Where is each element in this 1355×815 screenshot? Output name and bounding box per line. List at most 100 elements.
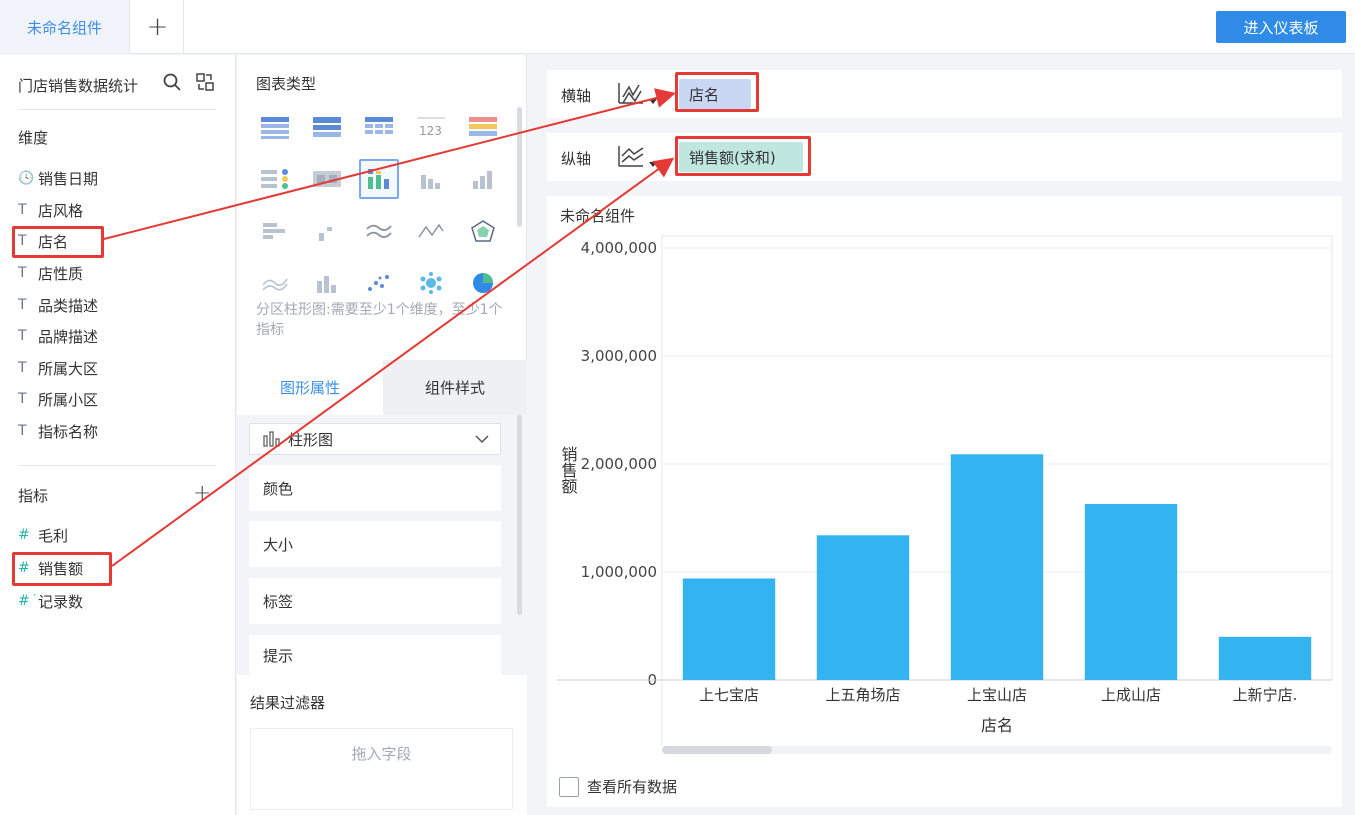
y-tick-label: 2,000,000 xyxy=(581,455,657,473)
config-panel: 图表类型 123 分区柱形图:需要至少1个维度，至少1个指标 图形属性 组件样式 xyxy=(237,55,527,815)
graph-properties-area: 柱形图 颜色 大小 标签 提示 xyxy=(237,415,527,675)
bar xyxy=(682,578,776,680)
tab-graph-properties[interactable]: 图形属性 xyxy=(237,360,383,415)
bar-chart[interactable]: 01,000,0002,000,0003,000,0004,000,000上七宝… xyxy=(547,196,1342,766)
dimension-field-label: 品类描述 xyxy=(38,296,99,315)
show-all-data-option[interactable]: 查看所有数据 xyxy=(559,776,677,797)
text-type-icon: T xyxy=(18,360,27,376)
search-icon[interactable] xyxy=(162,72,182,92)
text-type-icon: T xyxy=(18,297,27,313)
dimension-field[interactable]: T 店风格 xyxy=(18,197,83,223)
bar-chart-icon[interactable] xyxy=(255,211,295,251)
combo-chart-icon[interactable] xyxy=(307,263,347,303)
size-property[interactable]: 大小 xyxy=(249,521,501,567)
chart-style-select[interactable]: 柱形图 xyxy=(249,423,501,455)
dimension-field[interactable]: T 品牌描述 xyxy=(18,323,98,349)
detail-table-icon[interactable] xyxy=(359,107,399,147)
y-axis-label: 纵轴 xyxy=(561,150,592,168)
enter-dashboard-button[interactable]: 进入仪表板 xyxy=(1216,11,1346,43)
y-axis-type-icon[interactable] xyxy=(617,144,659,170)
stacked-column-icon[interactable] xyxy=(463,159,503,199)
bar xyxy=(1218,636,1312,680)
x-axis-title: 店名 xyxy=(981,716,1013,735)
area-chart-icon[interactable] xyxy=(359,211,399,251)
dataset-title: 门店销售数据统计 xyxy=(18,77,139,95)
bubble-chart-icon[interactable] xyxy=(411,263,451,303)
bar xyxy=(816,535,910,680)
table-chart-icon[interactable] xyxy=(255,107,295,147)
color-property[interactable]: 颜色 xyxy=(249,465,501,511)
highlight-box xyxy=(675,72,759,112)
line-chart-icon[interactable] xyxy=(411,211,451,251)
y-axis-row: 纵轴 销售额(求和) xyxy=(547,133,1342,181)
bar xyxy=(950,454,1044,680)
number-type-icon: # xyxy=(18,527,30,543)
dimension-field-label: 所属小区 xyxy=(38,390,99,409)
chart-style-value: 柱形图 xyxy=(288,430,334,449)
add-measure-button[interactable]: + xyxy=(193,481,211,506)
grouped-column-chart-icon[interactable] xyxy=(359,159,399,199)
highlight-box xyxy=(12,226,104,258)
tooltip-property[interactable]: 提示 xyxy=(249,635,501,675)
text-type-icon: T xyxy=(18,328,27,344)
property-scrollbar[interactable] xyxy=(517,415,522,615)
chevron-down-icon xyxy=(475,435,489,444)
dimension-field-label: 店风格 xyxy=(38,201,84,220)
divider xyxy=(18,465,216,466)
chart-type-hint: 分区柱形图:需要至少1个维度，至少1个指标 xyxy=(256,302,503,338)
x-axis-label: 横轴 xyxy=(561,87,592,105)
highlight-box xyxy=(12,552,112,586)
result-filter-title: 结果过滤器 xyxy=(250,694,326,712)
x-tick-label: 上宝山店 xyxy=(967,686,1027,704)
kpi-number-icon[interactable]: 123 xyxy=(411,107,451,147)
x-tick-label: 上成山店 xyxy=(1101,686,1161,704)
show-all-checkbox[interactable] xyxy=(559,776,579,797)
text-type-icon: T xyxy=(18,423,27,439)
top-bar: 未命名组件 + 进入仪表板 xyxy=(0,0,1355,54)
show-all-label: 查看所有数据 xyxy=(587,778,678,796)
chart-card: 未命名组件 0 1,000,000 2,000,000 3,000,000 4,000,… xyxy=(547,196,1342,807)
dimension-field[interactable]: 🕓 销售日期 xyxy=(18,165,98,191)
pie-chart-icon[interactable] xyxy=(463,263,503,303)
y-axis-title: 销售额 xyxy=(559,446,578,494)
svg-text:123: 123 xyxy=(419,124,442,138)
text-type-icon: T xyxy=(18,265,27,281)
measure-field[interactable]: # 毛利 xyxy=(18,522,68,548)
dimension-field[interactable]: T 所属大区 xyxy=(18,355,98,381)
scatter-bar-icon[interactable] xyxy=(307,211,347,251)
record-count-icon: #˙ xyxy=(18,593,37,609)
dimension-field[interactable]: T 品类描述 xyxy=(18,292,98,318)
x-tick-label: 上七宝店 xyxy=(699,686,759,704)
multi-line-icon[interactable] xyxy=(255,263,295,303)
x-tick-label: 上五角场店 xyxy=(825,686,900,704)
switch-dataset-icon[interactable] xyxy=(195,72,215,92)
heatmap-table-icon[interactable] xyxy=(307,159,347,199)
tab-unnamed-component[interactable]: 未命名组件 xyxy=(0,0,130,54)
dimension-field[interactable]: T 店性质 xyxy=(18,260,83,286)
clock-icon: 🕓 xyxy=(18,170,35,186)
kpi-card-icon[interactable] xyxy=(463,107,503,147)
column-chart-icon[interactable] xyxy=(411,159,451,199)
field-panel: 门店销售数据统计 维度 🕓 销售日期 T 店风格 T 店名 T 店性质 T 品类描述 T 品牌描述 T 所… xyxy=(0,55,236,815)
bar xyxy=(1084,503,1178,680)
tab-component-style[interactable]: 组件样式 xyxy=(383,360,527,415)
dimension-field[interactable]: T 指标名称 xyxy=(18,418,98,444)
divider xyxy=(18,109,216,110)
measure-field[interactable]: #˙ 记录数 xyxy=(18,588,83,614)
chart-type-title: 图表类型 xyxy=(256,75,317,93)
crosstab-chart-icon[interactable] xyxy=(307,107,347,147)
dimension-field-label: 指标名称 xyxy=(38,422,99,441)
y-tick-label: 3,000,000 xyxy=(581,347,657,365)
scatter-chart-icon[interactable] xyxy=(359,263,399,303)
add-tab-button[interactable]: + xyxy=(132,0,184,54)
radar-chart-icon[interactable] xyxy=(463,211,503,251)
chart-type-scrollbar[interactable] xyxy=(517,107,522,227)
property-tabs: 图形属性 组件样式 xyxy=(237,360,527,415)
dot-list-icon[interactable] xyxy=(255,159,295,199)
chart-scroll-thumb[interactable] xyxy=(662,746,772,754)
label-property[interactable]: 标签 xyxy=(249,578,501,624)
dimension-field[interactable]: T 所属小区 xyxy=(18,386,98,412)
filter-drop-zone[interactable]: 拖入字段 xyxy=(250,728,513,810)
x-axis-type-icon[interactable] xyxy=(617,81,659,107)
text-type-icon: T xyxy=(18,202,27,218)
